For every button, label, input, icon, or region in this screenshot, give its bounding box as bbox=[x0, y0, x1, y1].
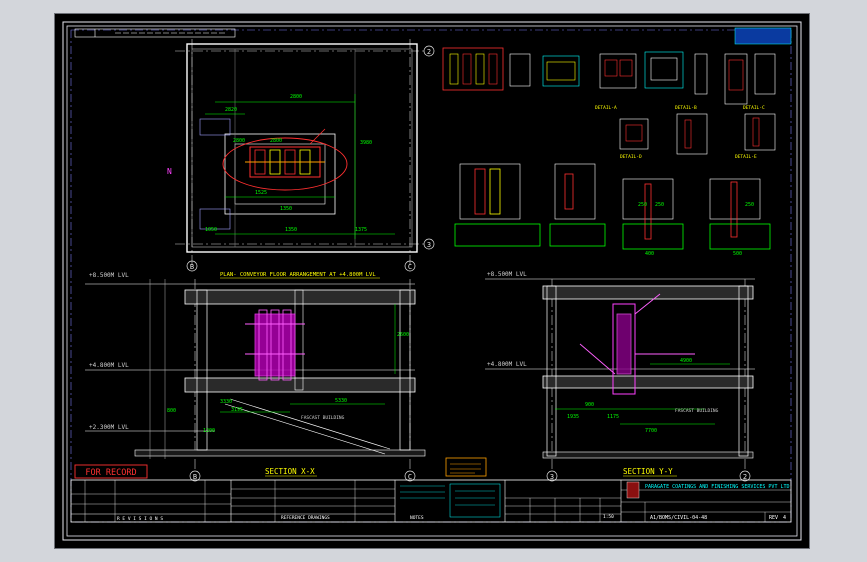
section-y-dim-3: 1175 bbox=[607, 414, 619, 420]
section-x-equipment bbox=[245, 309, 305, 381]
plan-grid-left-label: B bbox=[190, 263, 194, 271]
section-y-grid-bubble-left: 3 bbox=[546, 470, 558, 482]
plan-grid-bubble-top: 2 bbox=[423, 45, 435, 57]
rev-label: REV bbox=[769, 515, 778, 521]
section-x-level-low: +2.300M LVL bbox=[89, 424, 129, 431]
revisions-label: R E V I S I O N S bbox=[117, 516, 163, 522]
section-x-dim-4: 3330 bbox=[220, 399, 232, 405]
drawing-number: A1/BOMS/CIVIL-04-48 bbox=[650, 515, 707, 521]
outer-border bbox=[62, 21, 802, 541]
for-record-text: FOR RECORD bbox=[85, 468, 136, 478]
detail-label-e: DETAIL-E bbox=[735, 154, 757, 160]
section-x-dim-3: 3195 bbox=[231, 407, 243, 413]
company-name: PARAGATE COATINGS AND FINISHING SERVICES… bbox=[645, 484, 790, 490]
section-x-dim-2: 5330 bbox=[335, 398, 347, 404]
plan-dim-8: 1050 bbox=[205, 227, 217, 233]
section-x-grid-bubble-left: B bbox=[189, 470, 201, 482]
section-x-grid-bubble-right: C bbox=[404, 470, 416, 482]
section-y-view bbox=[485, 278, 755, 469]
section-x-view bbox=[85, 279, 426, 469]
section-x-conveyor-label: FASCAST BUILDING bbox=[301, 415, 345, 421]
cad-drawing: B C 2 3 N 2820 2800 2800 2800 1525 3980 … bbox=[62, 21, 802, 541]
section-y-title: SECTION Y-Y bbox=[623, 467, 673, 476]
plan-dim-4: 2800 bbox=[270, 138, 282, 144]
cad-viewport[interactable]: B C 2 3 N 2820 2800 2800 2800 1525 3980 … bbox=[54, 13, 810, 549]
rev-value: 4 bbox=[783, 515, 786, 521]
detail-label-a: DETAIL-A bbox=[595, 105, 617, 111]
plan-dim-1: 2820 bbox=[225, 107, 237, 113]
sheet-frame bbox=[70, 29, 792, 523]
detail-dim-1: 250 bbox=[638, 202, 647, 208]
section-x-dim-5: 1200 bbox=[203, 428, 215, 434]
for-record-stamp: FOR RECORD bbox=[74, 464, 148, 479]
plan-grid-bubble-right: C bbox=[404, 260, 416, 272]
inner-border bbox=[66, 25, 798, 537]
plan-dim-3: 2800 bbox=[233, 138, 245, 144]
detail-labels: DETAIL-A DETAIL-B DETAIL-C DETAIL-D DETA… bbox=[595, 105, 765, 160]
plan-grid-bottom-label: 3 bbox=[427, 241, 431, 249]
detail-dim-3: 250 bbox=[745, 202, 754, 208]
section-x-dim-6: 800 bbox=[167, 408, 176, 414]
section-x-level-mid: +4.800M LVL bbox=[89, 362, 129, 369]
section-y-level-mid: +4.800M LVL bbox=[487, 361, 527, 368]
scale-value: 1:50 bbox=[603, 514, 614, 520]
plan-dim-7: 1350 bbox=[280, 206, 292, 212]
plan-dim-9: 1350 bbox=[285, 227, 297, 233]
plan-grid-top-label: 2 bbox=[427, 48, 431, 56]
section-y-dim-4: 7700 bbox=[645, 428, 657, 434]
detail-label-b: DETAIL-B bbox=[675, 105, 697, 111]
detail-dim-5: 500 bbox=[733, 251, 742, 257]
section-x-level-top: +8.500M LVL bbox=[89, 272, 129, 279]
legend-box bbox=[445, 457, 487, 477]
plan-grid-bubble-left: B bbox=[186, 260, 198, 272]
detail-dim-2: 250 bbox=[655, 202, 664, 208]
section-y-dim-1: 4900 bbox=[680, 358, 692, 364]
company-logo bbox=[626, 481, 640, 499]
section-y-dim-2: 1935 bbox=[567, 414, 579, 420]
plan-equipment bbox=[245, 128, 326, 178]
section-x-dim-1: 2600 bbox=[397, 332, 409, 338]
plan-grid-bubble-bottom: 3 bbox=[423, 238, 435, 250]
section-x-title: SECTION X-X bbox=[265, 467, 315, 476]
plan-dim-6: 3980 bbox=[360, 140, 372, 146]
detail-label-d: DETAIL-D bbox=[620, 154, 642, 160]
detail-sheet-top-right bbox=[442, 27, 792, 105]
plan-grid-right-label: C bbox=[408, 263, 412, 271]
north-mark: N bbox=[167, 167, 172, 176]
plan-dim-2: 2800 bbox=[290, 94, 302, 100]
section-y-conveyor-label: FASCAST BUILDING bbox=[675, 408, 719, 414]
plan-dim-10: 1375 bbox=[355, 227, 367, 233]
plan-title: PLAN- CONVEYOR FLOOR ARRANGEMENT AT +4.8… bbox=[220, 272, 376, 278]
plan-dim-5: 1525 bbox=[255, 190, 267, 196]
notes-label: NOTES bbox=[410, 515, 424, 521]
detail-label-c: DETAIL-C bbox=[743, 105, 765, 111]
section-y-grid-bubble-right: 2 bbox=[739, 470, 751, 482]
detail-sheet-mid bbox=[454, 113, 776, 250]
detail-dim-4: 400 bbox=[645, 251, 654, 257]
section-y-dim-5: 900 bbox=[585, 402, 594, 408]
section-y-level-top: +8.500M LVL bbox=[487, 271, 527, 278]
reference-drawings-label: REFERENCE DRAWINGS bbox=[281, 515, 330, 521]
